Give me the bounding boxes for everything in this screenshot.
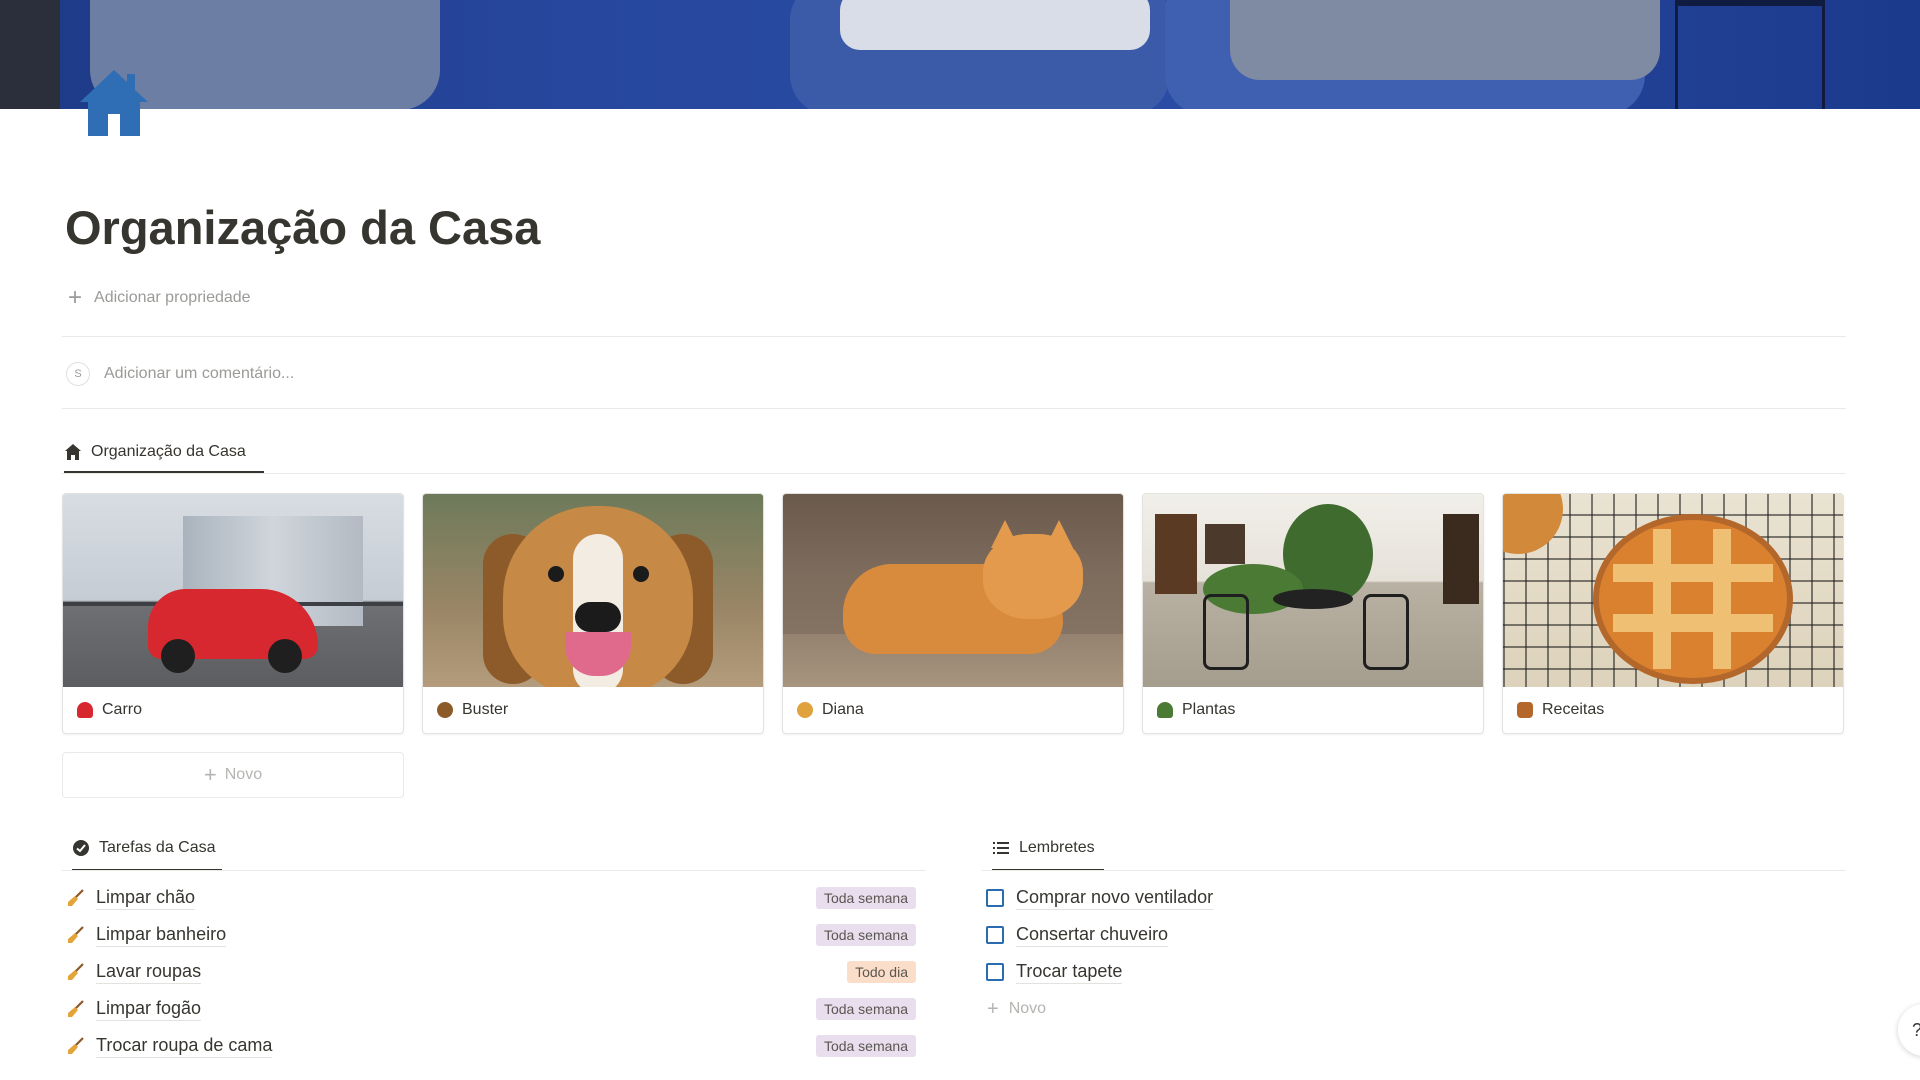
card-cover-car xyxy=(63,494,403,687)
gallery-card-plantas[interactable]: Plantas xyxy=(1142,493,1484,734)
gallery-card-buster[interactable]: Buster xyxy=(422,493,764,734)
broom-icon xyxy=(68,926,84,943)
comment-placeholder: Adicionar um comentário... xyxy=(104,365,295,382)
frequency-tag: Todo dia xyxy=(847,961,916,983)
plus-icon: + xyxy=(987,998,999,1020)
divider xyxy=(62,408,1846,409)
task-row[interactable]: Limpar fogão xyxy=(66,995,202,1023)
frequency-tag: Toda semana xyxy=(815,924,916,946)
tab-label: Tarefas da Casa xyxy=(99,839,216,856)
card-label: Receitas xyxy=(1542,701,1605,718)
divider xyxy=(62,870,926,871)
broom-icon xyxy=(68,1000,84,1017)
help-label: ? xyxy=(1912,1020,1920,1041)
card-label: Buster xyxy=(462,701,509,718)
add-property-button[interactable]: + Adicionar propriedade xyxy=(68,286,251,310)
house-icon[interactable] xyxy=(78,68,150,140)
new-label: Novo xyxy=(1008,1000,1047,1017)
task-name: Lavar roupas xyxy=(96,961,202,984)
plus-icon: + xyxy=(68,284,83,311)
broom-icon xyxy=(68,889,84,906)
comment-input[interactable]: S Adicionar um comentário... xyxy=(66,362,294,386)
card-cover-cat xyxy=(783,494,1123,687)
card-cover-pie xyxy=(1503,494,1843,687)
task-row[interactable]: Lavar roupas xyxy=(66,958,202,986)
task-name: Limpar fogão xyxy=(96,998,202,1021)
card-cover-patio xyxy=(1143,494,1483,687)
gallery-cards: Carro Buster Diana Plantas Receitas xyxy=(62,493,1844,734)
page-title[interactable]: Organização da Casa xyxy=(65,200,540,255)
frequency-tag: Toda semana xyxy=(815,887,916,909)
cover-image xyxy=(0,0,1920,109)
reminder-row[interactable]: Comprar novo ventilador xyxy=(986,884,1214,912)
reminder-name: Comprar novo ventilador xyxy=(1016,887,1214,910)
tab-organizacao-da-casa[interactable]: Organização da Casa xyxy=(64,441,264,473)
new-label: Novo xyxy=(224,766,263,783)
check-badge-icon xyxy=(73,840,89,856)
cat-icon xyxy=(797,702,813,718)
gallery-card-carro[interactable]: Carro xyxy=(62,493,404,734)
divider xyxy=(982,870,1846,871)
new-card-button[interactable]: + Novo xyxy=(62,752,404,798)
gallery-card-receitas[interactable]: Receitas xyxy=(1502,493,1844,734)
task-row[interactable]: Trocar roupa de cama xyxy=(66,1032,273,1060)
add-property-label: Adicionar propriedade xyxy=(94,289,251,306)
dog-icon xyxy=(437,702,453,718)
task-row[interactable]: Limpar chão xyxy=(66,884,196,912)
reminder-name: Trocar tapete xyxy=(1016,961,1123,984)
gallery-card-diana[interactable]: Diana xyxy=(782,493,1124,734)
reminder-row[interactable]: Trocar tapete xyxy=(986,958,1123,986)
card-label: Diana xyxy=(822,701,864,718)
tab-tarefas-da-casa[interactable]: Tarefas da Casa xyxy=(72,836,222,871)
car-icon xyxy=(77,702,93,718)
avatar: S xyxy=(66,362,90,386)
card-label: Plantas xyxy=(1182,701,1236,718)
new-reminder-button[interactable]: + Novo xyxy=(987,999,1046,1019)
plant-icon xyxy=(1157,702,1173,718)
broom-icon xyxy=(68,963,84,980)
tab-label: Organização da Casa xyxy=(91,442,246,460)
task-name: Limpar banheiro xyxy=(96,924,227,947)
tab-lembretes[interactable]: Lembretes xyxy=(992,836,1104,871)
checkbox[interactable] xyxy=(986,963,1004,981)
house-icon xyxy=(65,443,81,460)
checkbox[interactable] xyxy=(986,926,1004,944)
tab-label: Lembretes xyxy=(1019,839,1095,856)
plus-icon: + xyxy=(203,762,217,787)
divider xyxy=(62,336,1846,337)
frequency-tag: Toda semana xyxy=(815,1035,916,1057)
book-icon xyxy=(1517,702,1533,718)
task-name: Trocar roupa de cama xyxy=(96,1035,273,1058)
card-cover-dog xyxy=(423,494,763,687)
list-icon xyxy=(993,842,1009,854)
task-name: Limpar chão xyxy=(96,887,196,910)
divider xyxy=(62,473,1846,474)
broom-icon xyxy=(68,1037,84,1054)
task-row[interactable]: Limpar banheiro xyxy=(66,921,227,949)
checkbox[interactable] xyxy=(986,889,1004,907)
reminder-name: Consertar chuveiro xyxy=(1016,924,1169,947)
help-button[interactable]: ? xyxy=(1898,1004,1920,1056)
frequency-tag: Toda semana xyxy=(815,998,916,1020)
reminder-row[interactable]: Consertar chuveiro xyxy=(986,921,1169,949)
card-label: Carro xyxy=(102,701,143,718)
